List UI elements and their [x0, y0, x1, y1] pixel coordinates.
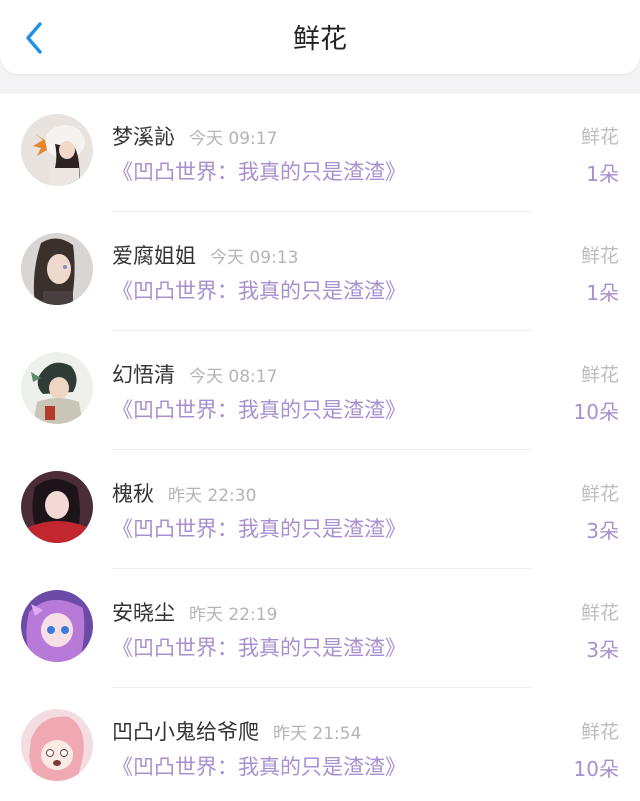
- row-divider: [112, 568, 532, 569]
- list-item[interactable]: 安晓尘 昨天 22:19 《凹凸世界：我真的只是渣渣》 鲜花 3朵: [0, 570, 640, 688]
- user-name: 安晓尘 昨天 22:19: [112, 597, 277, 627]
- gift-count: 10朵: [573, 400, 619, 424]
- user-name-text: 爱腐姐姐: [112, 244, 196, 268]
- row-divider: [112, 211, 532, 212]
- user-name-text: 幻悟清: [112, 363, 175, 387]
- avatar[interactable]: [21, 352, 93, 424]
- user-name: 幻悟清 今天 08:17: [112, 359, 277, 389]
- row-divider: [112, 449, 532, 450]
- book-title-link[interactable]: 《凹凸世界：我真的只是渣渣》: [112, 275, 406, 305]
- list-item[interactable]: 梦溪訫 今天 09:17 《凹凸世界：我真的只是渣渣》 鲜花 1朵: [0, 94, 640, 212]
- timestamp: 昨天 21:54: [273, 724, 362, 744]
- top-bar: 鲜花: [0, 0, 640, 74]
- gift-type-label: 鲜花: [580, 602, 619, 624]
- gift-count: 3朵: [586, 519, 619, 543]
- gift-type-label: 鲜花: [580, 364, 619, 386]
- user-name: 凹凸小鬼给爷爬 昨天 21:54: [112, 716, 361, 746]
- gift-count: 3朵: [586, 638, 619, 662]
- timestamp: 今天 08:17: [189, 367, 278, 387]
- book-title-link[interactable]: 《凹凸世界：我真的只是渣渣》: [112, 513, 406, 543]
- gift-type-label: 鲜花: [580, 721, 619, 743]
- page: 鲜花 梦溪訫 今天 09:17 《凹凸世界：我真的只是渣渣》 鲜花 1朵 爱腐姐…: [0, 0, 640, 801]
- list-item[interactable]: 幻悟清 今天 08:17 《凹凸世界：我真的只是渣渣》 鲜花 10朵: [0, 332, 640, 450]
- row-divider: [112, 330, 532, 331]
- flower-record-list: 梦溪訫 今天 09:17 《凹凸世界：我真的只是渣渣》 鲜花 1朵 爱腐姐姐 今天 …: [0, 94, 640, 801]
- page-title: 鲜花: [293, 24, 347, 55]
- gift-count: 1朵: [586, 162, 619, 186]
- user-name: 槐秋 昨天 22:30: [112, 478, 256, 508]
- timestamp: 昨天 22:30: [168, 486, 257, 506]
- user-name: 爱腐姐姐 今天 09:13: [112, 240, 298, 270]
- timestamp: 今天 09:13: [210, 248, 299, 268]
- gift-type-label: 鲜花: [580, 483, 619, 505]
- gift-count: 1朵: [586, 281, 619, 305]
- avatar[interactable]: [21, 709, 93, 781]
- book-title-link[interactable]: 《凹凸世界：我真的只是渣渣》: [112, 632, 406, 662]
- list-item[interactable]: 凹凸小鬼给爷爬 昨天 21:54 《凹凸世界：我真的只是渣渣》 鲜花 10朵: [0, 689, 640, 801]
- user-name-text: 槐秋: [112, 482, 154, 506]
- list-item[interactable]: 爱腐姐姐 今天 09:13 《凹凸世界：我真的只是渣渣》 鲜花 1朵: [0, 213, 640, 331]
- user-name-text: 安晓尘: [112, 601, 175, 625]
- avatar[interactable]: [21, 114, 93, 186]
- book-title-link[interactable]: 《凹凸世界：我真的只是渣渣》: [112, 156, 406, 186]
- avatar[interactable]: [21, 590, 93, 662]
- gift-type-label: 鲜花: [580, 245, 619, 267]
- gift-type-label: 鲜花: [580, 126, 619, 148]
- book-title-link[interactable]: 《凹凸世界：我真的只是渣渣》: [112, 394, 406, 424]
- timestamp: 今天 09:17: [189, 129, 278, 149]
- row-divider: [112, 687, 532, 688]
- avatar[interactable]: [21, 233, 93, 305]
- book-title-link[interactable]: 《凹凸世界：我真的只是渣渣》: [112, 751, 406, 781]
- user-name-text: 梦溪訫: [112, 125, 175, 149]
- user-name-text: 凹凸小鬼给爷爬: [112, 720, 259, 744]
- timestamp: 昨天 22:19: [189, 605, 278, 625]
- list-item[interactable]: 槐秋 昨天 22:30 《凹凸世界：我真的只是渣渣》 鲜花 3朵: [0, 451, 640, 569]
- user-name: 梦溪訫 今天 09:17: [112, 121, 277, 151]
- gift-count: 10朵: [573, 757, 619, 781]
- avatar[interactable]: [21, 471, 93, 543]
